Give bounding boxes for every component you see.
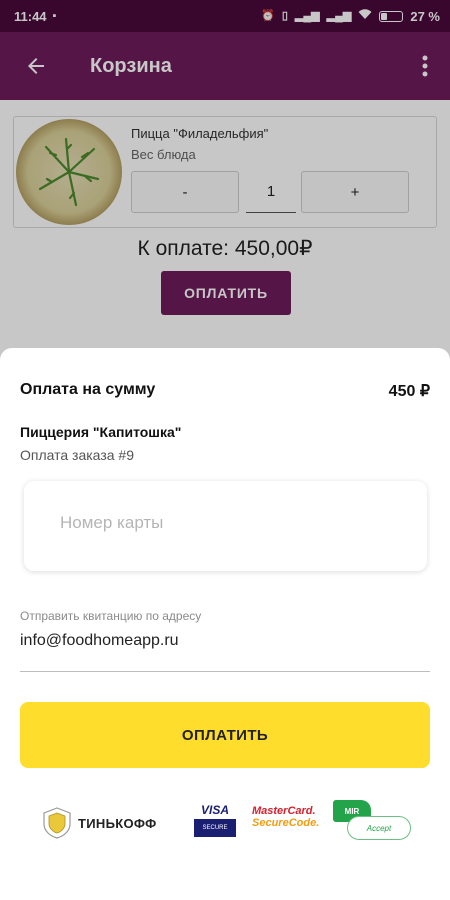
sum-label: Оплата на сумму: [20, 381, 156, 398]
mastercard-text: MasterCard.: [252, 805, 316, 817]
sum-amount: 450 ₽: [388, 383, 430, 400]
mir-accept-logo: MIR Accept: [333, 800, 413, 842]
securecode-text: SecureCode.: [252, 816, 320, 829]
visa-secure-text: SECURE: [194, 819, 236, 837]
order-description: Оплата заказа #9: [20, 447, 134, 463]
tinkoff-text: ТИНЬКОФФ: [78, 815, 157, 831]
mir-accept-text: Accept: [347, 816, 411, 840]
card-number-field[interactable]: [24, 481, 427, 571]
receipt-email-field[interactable]: info@foodhomeapp.ru: [20, 630, 430, 672]
tinkoff-shield-icon: [43, 807, 71, 839]
tinkoff-logo: ТИНЬКОФФ: [40, 806, 156, 840]
payment-logos: ТИНЬКОФФ VISA SECURE MasterCard. SecureC…: [0, 798, 450, 848]
mastercard-securecode-logo: MasterCard. SecureCode.: [252, 805, 320, 829]
card-number-input[interactable]: [60, 513, 400, 533]
merchant-name: Пиццерия "Капитошка": [20, 424, 182, 440]
payment-sheet: Оплата на сумму 450 ₽ Пиццерия "Капитошк…: [0, 348, 450, 900]
receipt-label: Отправить квитанцию по адресу: [20, 609, 202, 623]
visa-text: VISA: [200, 803, 229, 817]
pay-button[interactable]: ОПЛАТИТЬ: [20, 702, 430, 768]
sum-row: Оплата на сумму 450 ₽: [20, 381, 430, 401]
visa-secure-logo: VISA SECURE: [194, 803, 236, 843]
